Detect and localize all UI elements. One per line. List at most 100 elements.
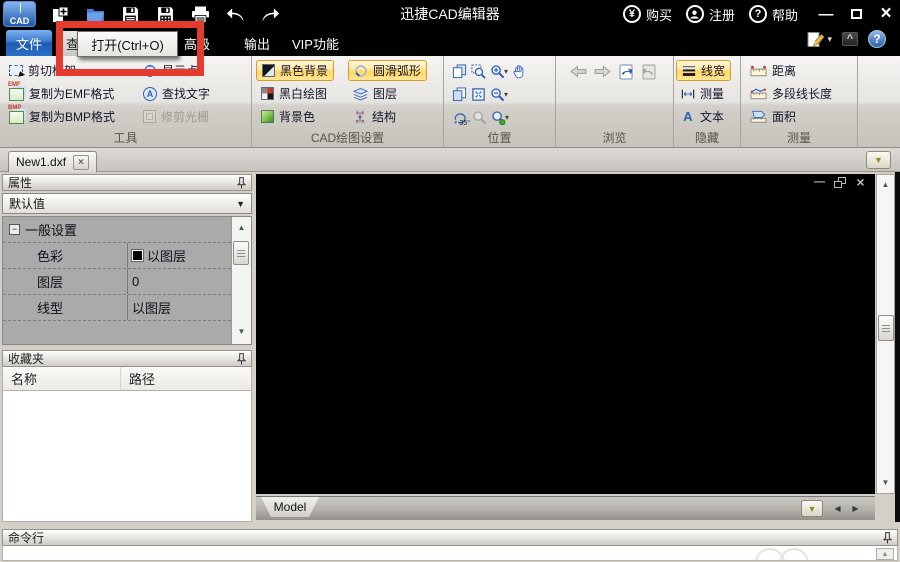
copy-emf-button[interactable]: EMF复制为EMF格式 — [4, 83, 120, 104]
browse-back-button[interactable] — [570, 65, 587, 78]
command-input-area[interactable]: ▲ — [2, 546, 898, 561]
page-redo-button[interactable] — [641, 64, 657, 80]
buy-button[interactable]: ¥购买 — [623, 5, 672, 24]
help-button[interactable]: ?帮助 — [749, 5, 798, 24]
copy-view-button[interactable] — [452, 64, 467, 79]
measure-icon — [681, 88, 695, 100]
scroll-left-icon[interactable]: ◀ — [830, 500, 845, 517]
zoom-window-button[interactable] — [471, 64, 486, 79]
dropdown-icon: ▾ — [504, 90, 508, 99]
command-scroll-up-button[interactable]: ▲ — [876, 548, 894, 560]
property-row-color: 色彩 以图层 — [3, 243, 231, 269]
group-label-position: 位置 — [444, 129, 555, 146]
find-text-button[interactable]: A查找文字 — [138, 83, 215, 104]
lineweight-button[interactable]: 线宽 — [676, 60, 731, 81]
scroll-down-icon[interactable]: ▼ — [877, 478, 894, 487]
property-group-label: 一般设置 — [25, 220, 77, 239]
layout-overflow-button[interactable]: ▼ — [801, 500, 823, 517]
menu-tab-vip[interactable]: VIP功能 — [282, 30, 349, 56]
zoom-scale-button[interactable]: ▾ — [491, 110, 509, 125]
lineweight-label: 线宽 — [701, 62, 725, 79]
tabstrip-overflow-button[interactable]: ▼ — [866, 151, 891, 169]
rotate-35-button[interactable]: 35° — [452, 110, 468, 125]
favorites-column-headers: 名称 路径 — [2, 367, 252, 391]
undo-button[interactable] — [222, 2, 248, 26]
pin-icon[interactable] — [883, 532, 892, 544]
properties-scrollbar[interactable]: ▲ ▼ — [231, 217, 251, 344]
zoom-extents-button[interactable] — [471, 87, 486, 102]
scroll-right-icon[interactable]: ▶ — [848, 500, 863, 517]
register-label: 注册 — [709, 5, 735, 24]
group-label-hide: 隐藏 — [674, 129, 740, 146]
structure-button[interactable]: 结构 — [348, 106, 427, 127]
text-toggle-label: 文本 — [700, 108, 724, 125]
polyline-length-button[interactable]: 多段线长度 — [745, 83, 837, 104]
ribbon-group-browse: 浏览 — [556, 56, 674, 147]
black-background-button[interactable]: 黑色背景 — [256, 60, 334, 81]
scroll-up-icon[interactable]: ▲ — [877, 180, 894, 189]
drawing-canvas[interactable]: — × — [256, 174, 875, 494]
property-name: 图层 — [3, 272, 127, 291]
pin-icon[interactable] — [237, 353, 246, 365]
maximize-button[interactable] — [844, 3, 868, 25]
copy-bmp-button[interactable]: BMP复制为BMP格式 — [4, 106, 120, 127]
minimize-button[interactable]: — — [814, 3, 838, 25]
canvas-restore-button[interactable] — [834, 177, 846, 188]
document-tab-close-button[interactable]: × — [73, 155, 89, 170]
scroll-up-icon[interactable]: ▲ — [232, 223, 251, 232]
document-tab[interactable]: New1.dxf × — [8, 151, 97, 172]
browse-forward-button[interactable] — [594, 65, 611, 78]
measure-toggle-button[interactable]: 测量 — [676, 83, 731, 104]
pan-button[interactable] — [512, 64, 527, 79]
text-toggle-button[interactable]: A文本 — [676, 106, 731, 127]
command-panel-header: 命令行 — [2, 529, 898, 546]
close-button[interactable]: × — [874, 3, 898, 25]
background-color-button[interactable]: 背景色 — [256, 106, 334, 127]
structure-label: 结构 — [372, 108, 396, 125]
zoom-previous-button[interactable] — [472, 110, 487, 125]
app-logo-text: CAD — [10, 16, 30, 26]
column-header-path[interactable]: 路径 — [121, 367, 155, 390]
scroll-down-icon[interactable]: ▼ — [232, 327, 251, 336]
smooth-arc-button[interactable]: 圆滑弧形 — [348, 60, 427, 81]
property-value[interactable]: 以图层 — [127, 295, 231, 320]
edit-annotate-button[interactable]: ▾ — [806, 31, 832, 48]
structure-icon — [353, 110, 367, 124]
canvas-minimize-button[interactable]: — — [813, 176, 826, 188]
register-button[interactable]: 注册 — [686, 5, 735, 24]
property-value[interactable]: 0 — [127, 269, 231, 294]
canvas-vertical-scrollbar[interactable]: ▲ ▼ — [876, 174, 895, 494]
zoom-out-button[interactable]: ▾ — [490, 87, 508, 102]
property-value-text: 以图层 — [147, 246, 186, 265]
canvas-close-button[interactable]: × — [854, 176, 867, 188]
layers-button[interactable]: 图层 — [348, 83, 427, 104]
favorites-panel: 收藏夹 名称 路径 — [2, 350, 252, 522]
pin-icon[interactable] — [237, 177, 246, 189]
bw-drawing-label: 黑白绘图 — [279, 85, 327, 102]
scrollbar-thumb[interactable] — [878, 315, 894, 341]
area-button[interactable]: 面积 — [745, 106, 837, 127]
properties-preset-combobox[interactable]: 默认值 ▼ — [2, 193, 252, 214]
property-group-row[interactable]: −一般设置 — [3, 217, 231, 243]
properties-grid: −一般设置 色彩 以图层 图层 0 线型 以图层 ▲ ▼ — [2, 216, 252, 345]
bw-drawing-button[interactable]: 黑白绘图 — [256, 83, 334, 104]
group-label-tools: 工具 — [0, 129, 251, 146]
distance-button[interactable]: 距离 — [745, 60, 837, 81]
favorites-list[interactable] — [2, 391, 252, 522]
crop-frame-icon — [9, 65, 23, 76]
scrollbar-thumb[interactable] — [233, 241, 249, 265]
paste-view-button[interactable] — [452, 87, 467, 102]
page-undo-button[interactable] — [618, 64, 634, 80]
model-tab[interactable]: Model — [261, 497, 319, 517]
menu-tab-file[interactable]: 文件 — [6, 30, 52, 56]
menu-tab-output[interactable]: 输出 — [234, 30, 280, 56]
zoom-in-button[interactable]: ▾ — [490, 64, 508, 79]
smooth-arc-icon — [354, 64, 368, 78]
collapse-icon[interactable]: − — [9, 224, 20, 235]
collapse-ribbon-button[interactable]: ^ — [842, 32, 858, 46]
watermark — [779, 548, 809, 561]
property-value[interactable]: 以图层 — [127, 243, 231, 268]
trim-raster-button[interactable]: 修剪光栅 — [138, 106, 215, 127]
menu-help-button[interactable]: ? — [868, 30, 886, 48]
column-header-name[interactable]: 名称 — [3, 367, 121, 390]
